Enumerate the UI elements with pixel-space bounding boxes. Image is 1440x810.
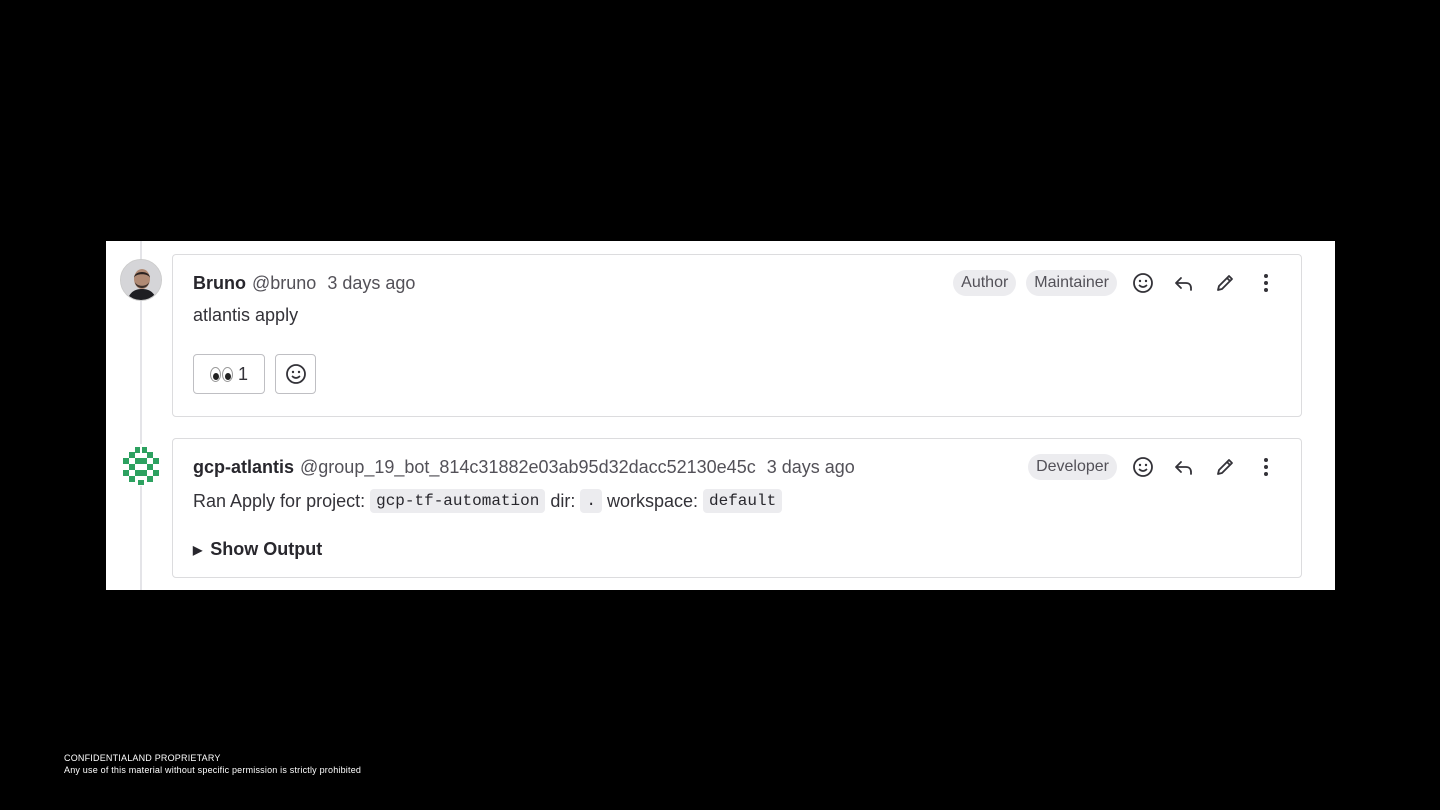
comment-thread-panel: Bruno @bruno 3 days ago Author Maintaine… [106,241,1335,590]
footer-line-2: Any use of this material without specifi… [64,765,362,775]
user-avatar-photo [121,260,161,300]
more-actions-icon[interactable] [1251,268,1281,298]
workspace-code: default [703,489,783,513]
reply-icon[interactable] [1169,268,1199,298]
confidential-footer: CONFIDENTIALAND PROPRIETARY Any use of t… [64,752,361,776]
add-reaction-button[interactable] [275,354,316,394]
comment-timestamp[interactable]: 3 days ago [327,273,415,294]
disclosure-triangle-icon: ▶ [193,542,203,557]
comment-actions: Author Maintainer [943,268,1281,298]
role-badge: Developer [1028,454,1117,480]
footer-line-1: CONFIDENTIALAND PROPRIETARY [64,753,221,763]
comment-body: atlantis apply [193,305,299,325]
workspace-label: workspace: [606,490,698,511]
dir-label: dir: [550,490,576,511]
show-output-label: Show Output [210,539,323,559]
add-reaction-icon[interactable] [1128,452,1158,482]
comment-actions: Developer [1018,452,1281,482]
bot-avatar-gcp-atlantis[interactable] [120,444,162,486]
comment-header: gcp-atlantis @group_19_bot_814c31882e03a… [193,455,855,479]
user-avatar-bruno[interactable] [120,259,162,301]
smiley-icon [285,364,306,384]
author-name[interactable]: gcp-atlantis [193,457,294,478]
reaction-count: 1 [237,363,248,384]
author-badge: Author [953,270,1017,296]
reaction-eyes-button[interactable]: 1 [193,354,265,394]
show-output-toggle[interactable]: ▶ Show Output [193,539,322,560]
comment-header: Bruno @bruno 3 days ago [193,271,415,295]
comment-card: Bruno @bruno 3 days ago Author Maintaine… [172,254,1302,417]
reply-icon[interactable] [1169,452,1199,482]
bot-avatar-identicon [120,444,162,486]
edit-pencil-icon[interactable] [1210,268,1240,298]
comment-card: gcp-atlantis @group_19_bot_814c31882e03a… [172,438,1302,578]
reactions-bar: 1 [193,354,326,394]
edit-pencil-icon[interactable] [1210,452,1240,482]
add-reaction-icon[interactable] [1128,268,1158,298]
dir-code: . [580,489,602,513]
comment-timestamp[interactable]: 3 days ago [767,457,855,478]
author-handle[interactable]: @group_19_bot_814c31882e03ab95d32dacc521… [300,457,756,478]
eyes-emoji-icon [209,366,234,382]
role-badge: Maintainer [1026,270,1117,296]
project-code: gcp-tf-automation [370,489,546,513]
author-name[interactable]: Bruno [193,273,246,294]
more-actions-icon[interactable] [1251,452,1281,482]
author-handle[interactable]: @bruno [252,273,316,294]
apply-prefix-text: Ran Apply for project: [193,490,366,511]
comment-body: Ran Apply for project: gcp-tf-automation… [193,489,787,513]
